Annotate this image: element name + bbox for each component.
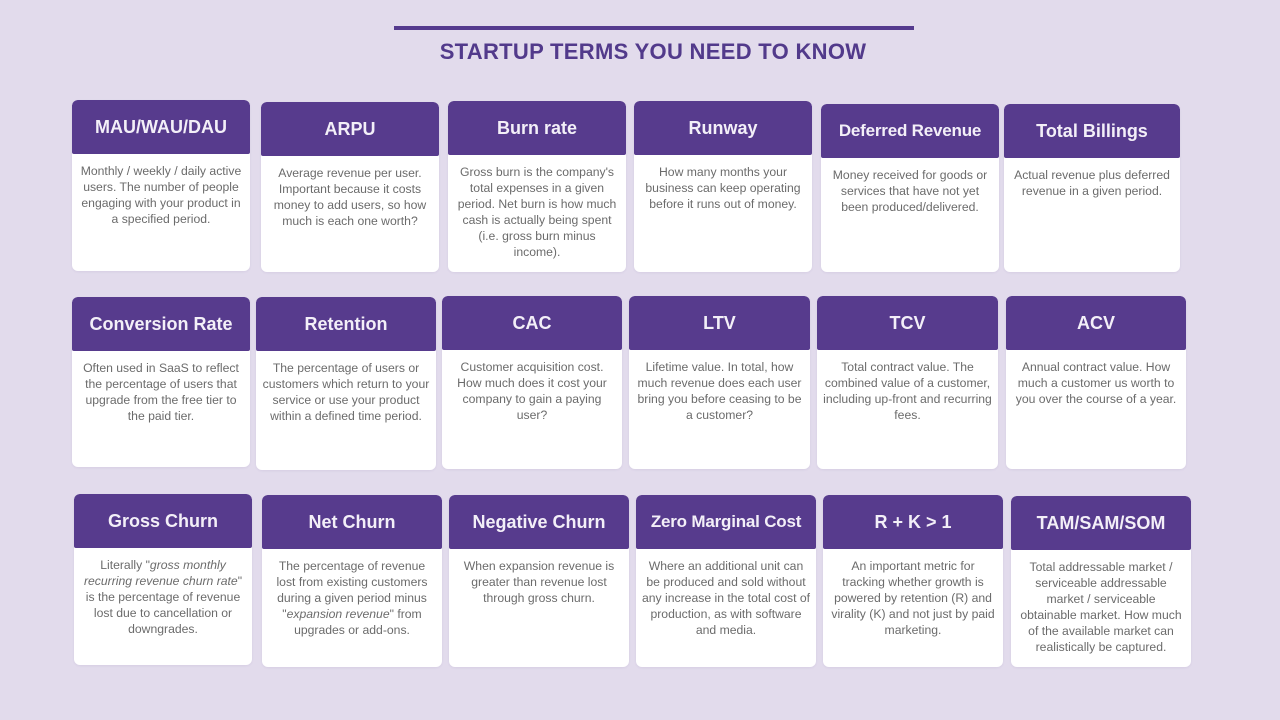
term-title: ARPU bbox=[261, 102, 439, 156]
term-definition: Lifetime value. In total, how much reven… bbox=[637, 360, 802, 422]
term-title: Retention bbox=[256, 297, 436, 351]
term-title: CAC bbox=[442, 296, 622, 350]
term-title: Net Churn bbox=[262, 495, 442, 549]
term-definition: Money received for goods or services tha… bbox=[832, 168, 988, 214]
term-definition: An important metric for tracking whether… bbox=[831, 559, 995, 637]
term-card-cac: CAC Customer acquisition cost. How much … bbox=[442, 296, 622, 469]
term-card-arpu: ARPU Average revenue per user. Important… bbox=[261, 102, 439, 272]
term-card-retention: Retention The percentage of users or cus… bbox=[256, 297, 436, 470]
term-card-total-billings: Total Billings Actual revenue plus defer… bbox=[1004, 104, 1180, 272]
term-title: TCV bbox=[817, 296, 998, 350]
term-title: R + K > 1 bbox=[823, 495, 1003, 549]
term-definition: When expansion revenue is greater than r… bbox=[463, 559, 615, 605]
title-rule bbox=[394, 26, 914, 30]
term-card-runway: Runway How many months your business can… bbox=[634, 101, 812, 272]
term-title: TAM/SAM/SOM bbox=[1011, 496, 1191, 550]
term-title: Negative Churn bbox=[449, 495, 629, 549]
term-card-gross-churn: Gross Churn Literally "gross monthly rec… bbox=[74, 494, 252, 665]
term-card-tcv: TCV Total contract value. The combined v… bbox=[817, 296, 998, 469]
term-card-negative-churn: Negative Churn When expansion revenue is… bbox=[449, 495, 629, 667]
term-card-tam-sam-som: TAM/SAM/SOM Total addressable market / s… bbox=[1011, 496, 1191, 667]
term-title: Burn rate bbox=[448, 101, 626, 155]
term-card-conversion-rate: Conversion Rate Often used in SaaS to re… bbox=[72, 297, 250, 467]
term-card-acv: ACV Annual contract value. How much a cu… bbox=[1006, 296, 1186, 469]
definition-text: Literally " bbox=[100, 558, 150, 572]
term-title: MAU/WAU/DAU bbox=[72, 100, 250, 154]
term-title: LTV bbox=[629, 296, 810, 350]
term-definition: Often used in SaaS to reflect the percen… bbox=[83, 361, 239, 423]
term-definition: Monthly / weekly / daily active users. T… bbox=[80, 164, 242, 226]
term-card-ltv: LTV Lifetime value. In total, how much r… bbox=[629, 296, 810, 469]
term-title: Runway bbox=[634, 101, 812, 155]
term-definition: Literally "gross monthly recurring reven… bbox=[74, 548, 252, 645]
term-definition: Actual revenue plus deferred revenue in … bbox=[1014, 168, 1170, 198]
term-definition: Customer acquisition cost. How much does… bbox=[457, 360, 607, 422]
term-definition: Total addressable market / serviceable a… bbox=[1020, 560, 1182, 654]
term-card-deferred-revenue: Deferred Revenue Money received for good… bbox=[821, 104, 999, 272]
term-title: Total Billings bbox=[1004, 104, 1180, 158]
definition-emphasis: expansion revenue bbox=[286, 607, 390, 621]
term-title: Gross Churn bbox=[74, 494, 252, 548]
term-card-burn-rate: Burn rate Gross burn is the company's to… bbox=[448, 101, 626, 272]
term-definition: How many months your business can keep o… bbox=[645, 165, 801, 211]
term-definition: Total contract value. The combined value… bbox=[823, 360, 992, 422]
page-title: STARTUP TERMS YOU NEED TO KNOW bbox=[439, 39, 867, 64]
term-definition: Average revenue per user. Important beca… bbox=[273, 166, 427, 228]
term-title: ACV bbox=[1006, 296, 1186, 350]
term-card-net-churn: Net Churn The percentage of revenue lost… bbox=[262, 495, 442, 667]
term-title: Deferred Revenue bbox=[821, 104, 999, 158]
term-definition: Gross burn is the company's total expens… bbox=[457, 165, 617, 259]
term-definition: The percentage of revenue lost from exis… bbox=[262, 549, 442, 646]
term-title: Zero Marginal Cost bbox=[636, 495, 816, 549]
term-card-zero-marginal-cost: Zero Marginal Cost Where an additional u… bbox=[636, 495, 816, 667]
term-card-r-plus-k: R + K > 1 An important metric for tracki… bbox=[823, 495, 1003, 667]
term-title: Conversion Rate bbox=[72, 297, 250, 351]
term-definition: The percentage of users or customers whi… bbox=[262, 361, 430, 423]
term-card-mau-wau-dau: MAU/WAU/DAU Monthly / weekly / daily act… bbox=[72, 100, 250, 271]
term-definition: Annual contract value. How much a custom… bbox=[1015, 360, 1177, 406]
term-definition: Where an additional unit can be produced… bbox=[642, 559, 811, 637]
